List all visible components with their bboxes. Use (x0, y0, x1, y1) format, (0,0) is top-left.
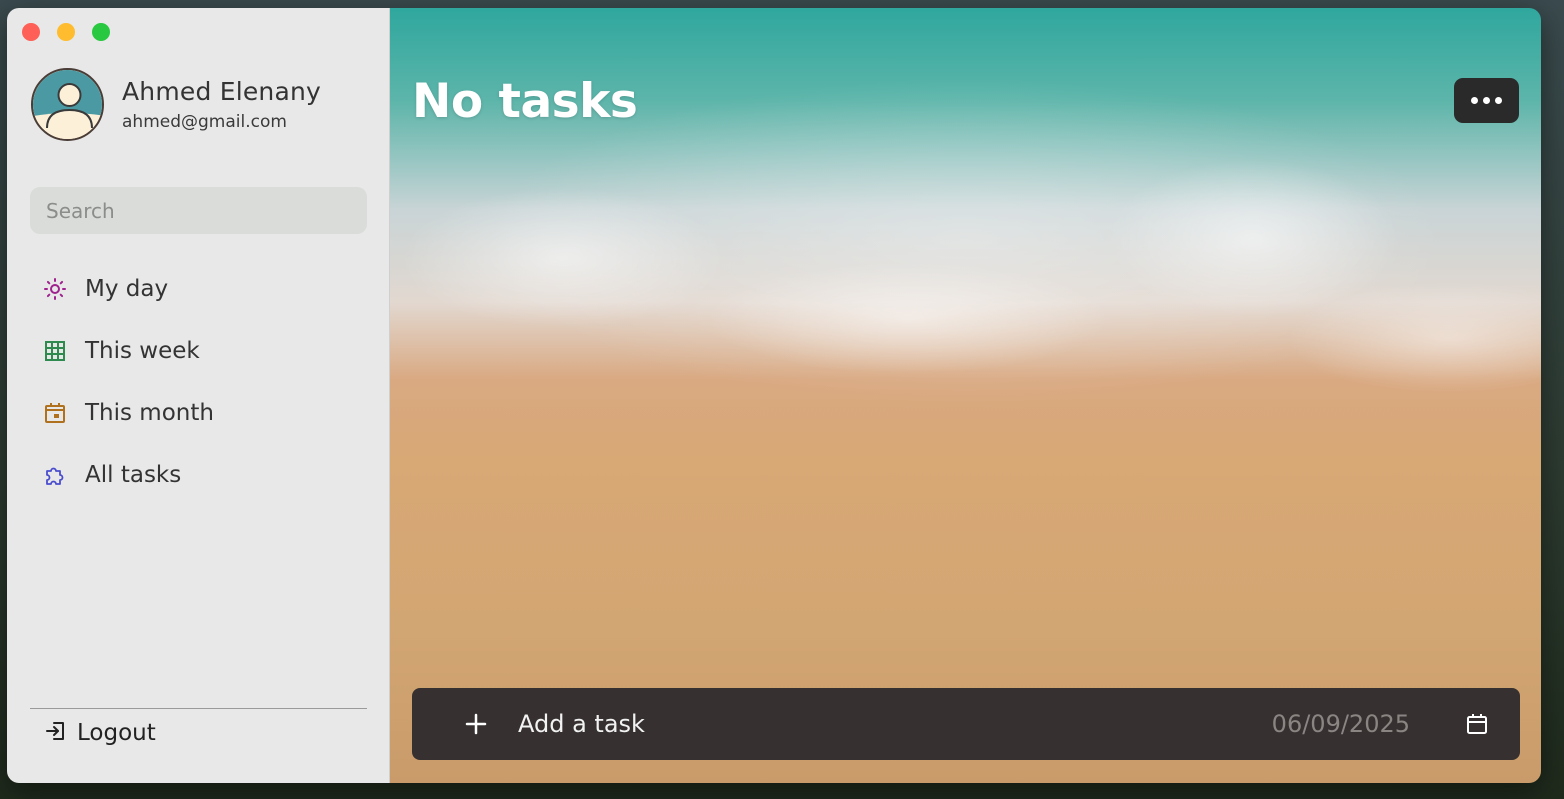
sidebar-item-this-month[interactable]: This month (30, 382, 367, 444)
calendar-icon[interactable] (1464, 711, 1490, 737)
window-controls (22, 23, 110, 41)
plus-icon[interactable] (461, 709, 491, 739)
avatar (31, 68, 104, 141)
search-input[interactable] (30, 187, 367, 234)
app-window: Ahmed Elenany ahmed@gmail.com My day (7, 8, 1541, 783)
sidebar-item-label: All tasks (85, 462, 182, 488)
sidebar-divider (30, 708, 367, 709)
minimize-window-button[interactable] (57, 23, 75, 41)
add-task-input[interactable] (518, 710, 1218, 738)
sidebar-item-label: My day (85, 276, 169, 302)
user-name: Ahmed Elenany (122, 77, 322, 106)
sidebar-item-this-week[interactable]: This week (30, 320, 367, 382)
sun-icon (42, 276, 68, 302)
close-window-button[interactable] (22, 23, 40, 41)
sidebar: Ahmed Elenany ahmed@gmail.com My day (7, 8, 390, 783)
sidebar-item-all-tasks[interactable]: All tasks (30, 444, 367, 506)
page-title: No tasks (412, 74, 638, 129)
calendar-icon (42, 400, 68, 426)
main-panel: No tasks 06/09/2025 (390, 8, 1541, 783)
logout-icon (45, 720, 67, 746)
user-avatar-icon (33, 70, 102, 139)
more-horizontal-icon (1471, 97, 1478, 104)
sidebar-item-my-day[interactable]: My day (30, 258, 367, 320)
sidebar-item-label: This month (85, 400, 214, 426)
more-options-button[interactable] (1454, 78, 1519, 123)
puzzle-icon (42, 462, 68, 488)
user-profile: Ahmed Elenany ahmed@gmail.com (31, 68, 321, 141)
due-date-field[interactable]: 06/09/2025 (1272, 710, 1410, 738)
maximize-window-button[interactable] (92, 23, 110, 41)
background-image (390, 98, 1541, 498)
user-email: ahmed@gmail.com (122, 112, 287, 132)
sidebar-item-label: This week (85, 338, 200, 364)
grid-calendar-icon (42, 338, 68, 364)
sidebar-nav: My day This week This month All tasks (30, 258, 367, 506)
logout-label: Logout (77, 720, 156, 746)
logout-button[interactable]: Logout (45, 720, 156, 746)
add-task-bar: 06/09/2025 (412, 688, 1520, 760)
